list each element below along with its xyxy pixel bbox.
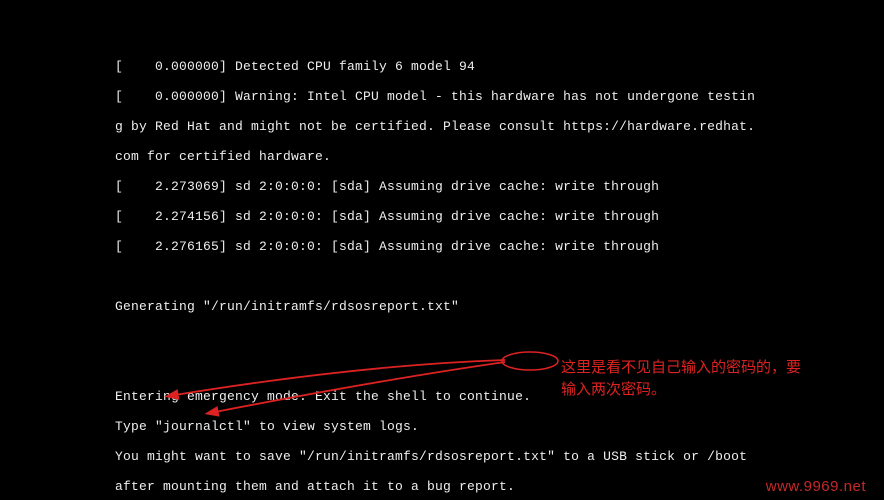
boot-line: [ 0.000000] Warning: Intel CPU model - t… [115, 89, 765, 104]
annotation-ellipse [500, 350, 560, 372]
terminal-output[interactable]: [ 0.000000] Detected CPU family 6 model … [115, 44, 765, 500]
mode-line: after mounting them and attach it to a b… [115, 479, 765, 494]
boot-line: Generating "/run/initramfs/rdsosreport.t… [115, 299, 765, 314]
boot-line: com for certified hardware. [115, 149, 765, 164]
boot-line: [ 0.000000] Detected CPU family 6 model … [115, 59, 765, 74]
boot-line: [ 2.273069] sd 2:0:0:0: [sda] Assuming d… [115, 179, 765, 194]
blank-line [115, 269, 765, 284]
mode-line: Type "journalctl" to view system logs. [115, 419, 765, 434]
mode-line: You might want to save "/run/initramfs/r… [115, 449, 765, 464]
boot-line: [ 2.274156] sd 2:0:0:0: [sda] Assuming d… [115, 209, 765, 224]
blank-line [115, 329, 765, 344]
annotation-text: 这里是看不见自己输入的密码的，要 输入两次密码。 [561, 357, 801, 401]
annotation-line-1: 这里是看不见自己输入的密码的，要 [561, 357, 801, 379]
annotation-line-2: 输入两次密码。 [561, 379, 801, 401]
boot-line: [ 2.276165] sd 2:0:0:0: [sda] Assuming d… [115, 239, 765, 254]
boot-line: g by Red Hat and might not be certified.… [115, 119, 765, 134]
watermark: www.9969.net [766, 479, 866, 494]
